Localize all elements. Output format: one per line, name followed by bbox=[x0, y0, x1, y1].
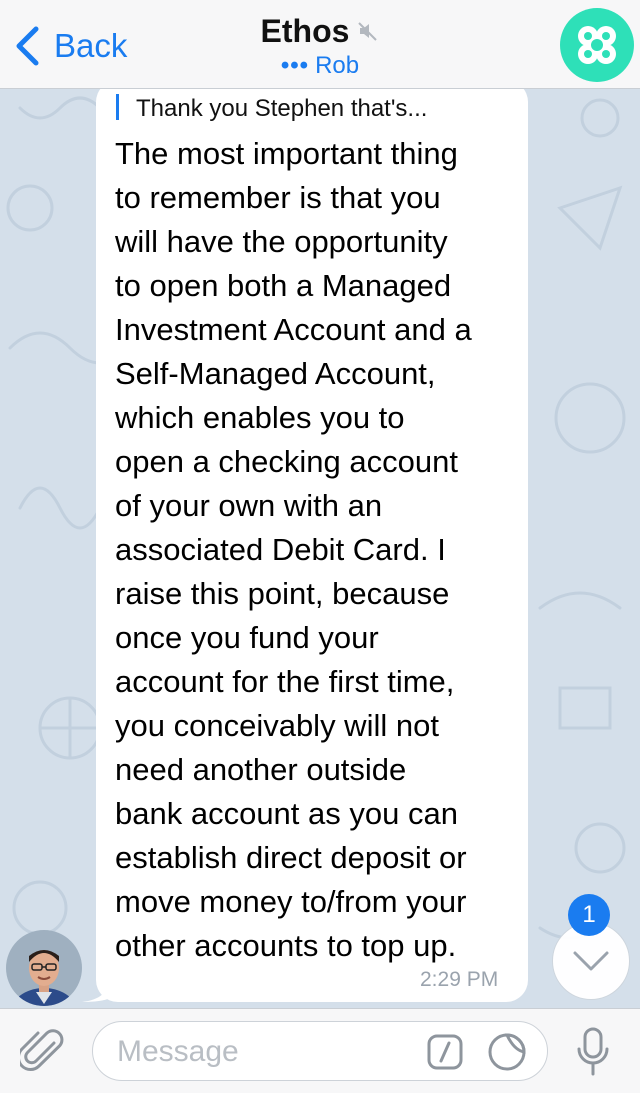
sender-avatar[interactable] bbox=[6, 930, 82, 1006]
chat-title-container: Ethos bbox=[261, 12, 380, 50]
message-line: Investment Account and a bbox=[115, 312, 472, 347]
ethos-logo-icon bbox=[578, 26, 616, 64]
message-line: to open both a Managed bbox=[115, 268, 452, 303]
typing-user: Rob bbox=[315, 52, 360, 79]
message-line: establish direct deposit or bbox=[115, 840, 467, 875]
message-line: raise this point, because bbox=[115, 576, 450, 611]
message-timestamp: 2:29 PM bbox=[420, 968, 499, 991]
sender-photo bbox=[6, 930, 82, 1006]
chat-header: Back Ethos ••• Rob bbox=[0, 0, 640, 89]
chevron-down-icon bbox=[573, 951, 609, 971]
message-line: move money to/from your bbox=[115, 884, 467, 919]
message-line: The most important thing bbox=[115, 136, 458, 171]
attachment-icon[interactable] bbox=[20, 1029, 66, 1075]
message-placeholder: Message bbox=[117, 1035, 239, 1068]
microphone-icon[interactable] bbox=[576, 1027, 610, 1077]
message-line: once you fund your bbox=[115, 620, 379, 655]
message-line: to remember is that you bbox=[115, 180, 441, 215]
bot-command-icon[interactable] bbox=[427, 1034, 463, 1070]
message-line: which enables you to bbox=[115, 400, 405, 435]
message-line: you conceivably will not bbox=[115, 708, 439, 743]
message-text: The most important thing to remember is … bbox=[115, 132, 520, 968]
chat-title: Ethos bbox=[260, 13, 350, 49]
message-line: account for the first time, bbox=[115, 664, 455, 699]
chat-title-area[interactable]: Ethos bbox=[0, 12, 640, 50]
group-avatar[interactable] bbox=[560, 8, 634, 82]
message-input-bar: Message bbox=[0, 1008, 640, 1093]
message-input[interactable]: Message bbox=[92, 1021, 548, 1081]
message-line: bank account as you can bbox=[115, 796, 458, 831]
message-line: will have the opportunity bbox=[115, 224, 448, 259]
muted-speaker-icon bbox=[358, 22, 378, 41]
message-line: other accounts to top up. bbox=[115, 928, 457, 963]
typing-status: ••• Rob bbox=[0, 52, 640, 80]
message-line: associated Debit Card. I bbox=[115, 532, 446, 567]
message-line: Self-Managed Account, bbox=[115, 356, 436, 391]
message-line: need another outside bbox=[115, 752, 407, 787]
sticker-icon[interactable] bbox=[487, 1032, 527, 1072]
reply-quote-bar bbox=[116, 94, 119, 120]
typing-indicator-icon: ••• bbox=[280, 52, 310, 79]
unread-count-badge: 1 bbox=[568, 894, 610, 936]
reply-preview[interactable]: Thank you Stephen that's... bbox=[136, 93, 427, 125]
message-line: of your own with an bbox=[115, 488, 383, 523]
message-line: open a checking account bbox=[115, 444, 458, 479]
